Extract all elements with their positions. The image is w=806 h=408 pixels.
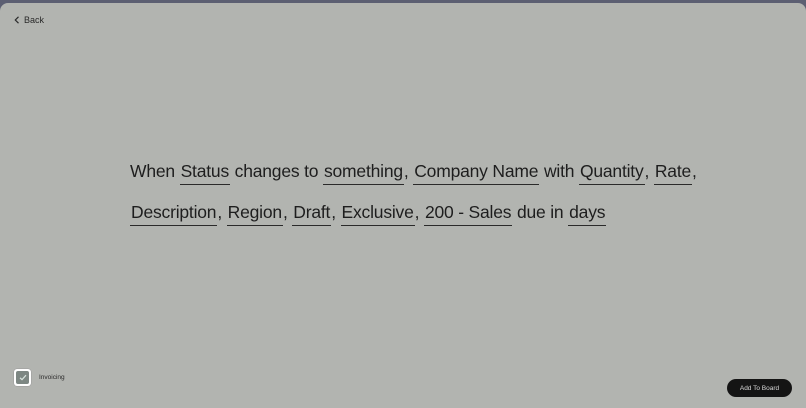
- company-name-field[interactable]: Company Name: [413, 151, 540, 192]
- sentence-text: with: [539, 161, 579, 181]
- description-field[interactable]: Description: [130, 192, 218, 233]
- quantity-field[interactable]: Quantity: [578, 151, 645, 192]
- draft-field[interactable]: Draft: [292, 192, 332, 233]
- recipe-sentence: When Status changes to something, Compan…: [130, 151, 697, 233]
- sentence-line-1: When Status changes to something, Compan…: [130, 151, 697, 192]
- days-field[interactable]: days: [568, 192, 607, 233]
- app-chip: Invoicing: [14, 369, 65, 386]
- sentence-text: ,: [217, 202, 227, 222]
- sentence-text: due in: [512, 202, 569, 222]
- rate-field[interactable]: Rate: [653, 151, 693, 192]
- status-field[interactable]: Status: [179, 151, 231, 192]
- app-name: Invoicing: [39, 374, 65, 381]
- sentence-text: ,: [282, 202, 293, 222]
- sentence-text: ,: [644, 161, 654, 181]
- sentence-text: ,: [692, 161, 697, 181]
- sentence-text: changes to: [230, 161, 323, 181]
- sentence-text: When: [130, 161, 180, 181]
- sentence-line-2: Description, Region, Draft, Exclusive, 2…: [130, 192, 690, 233]
- account-field[interactable]: 200 - Sales: [423, 192, 513, 233]
- sentence-text: ,: [331, 202, 341, 222]
- automation-recipe-panel: Back When Status changes to something, C…: [0, 3, 806, 408]
- status-value-field[interactable]: something: [322, 151, 404, 192]
- back-label: Back: [24, 15, 45, 25]
- sentence-text: ,: [414, 202, 424, 222]
- exclusive-field[interactable]: Exclusive: [340, 192, 415, 233]
- back-button[interactable]: Back: [14, 15, 44, 25]
- region-field[interactable]: Region: [226, 192, 284, 233]
- add-to-board-button[interactable]: Add To Board: [727, 379, 792, 397]
- invoicing-app-icon: [14, 369, 31, 386]
- chevron-left-icon: [14, 16, 20, 24]
- sentence-text: ,: [403, 161, 414, 181]
